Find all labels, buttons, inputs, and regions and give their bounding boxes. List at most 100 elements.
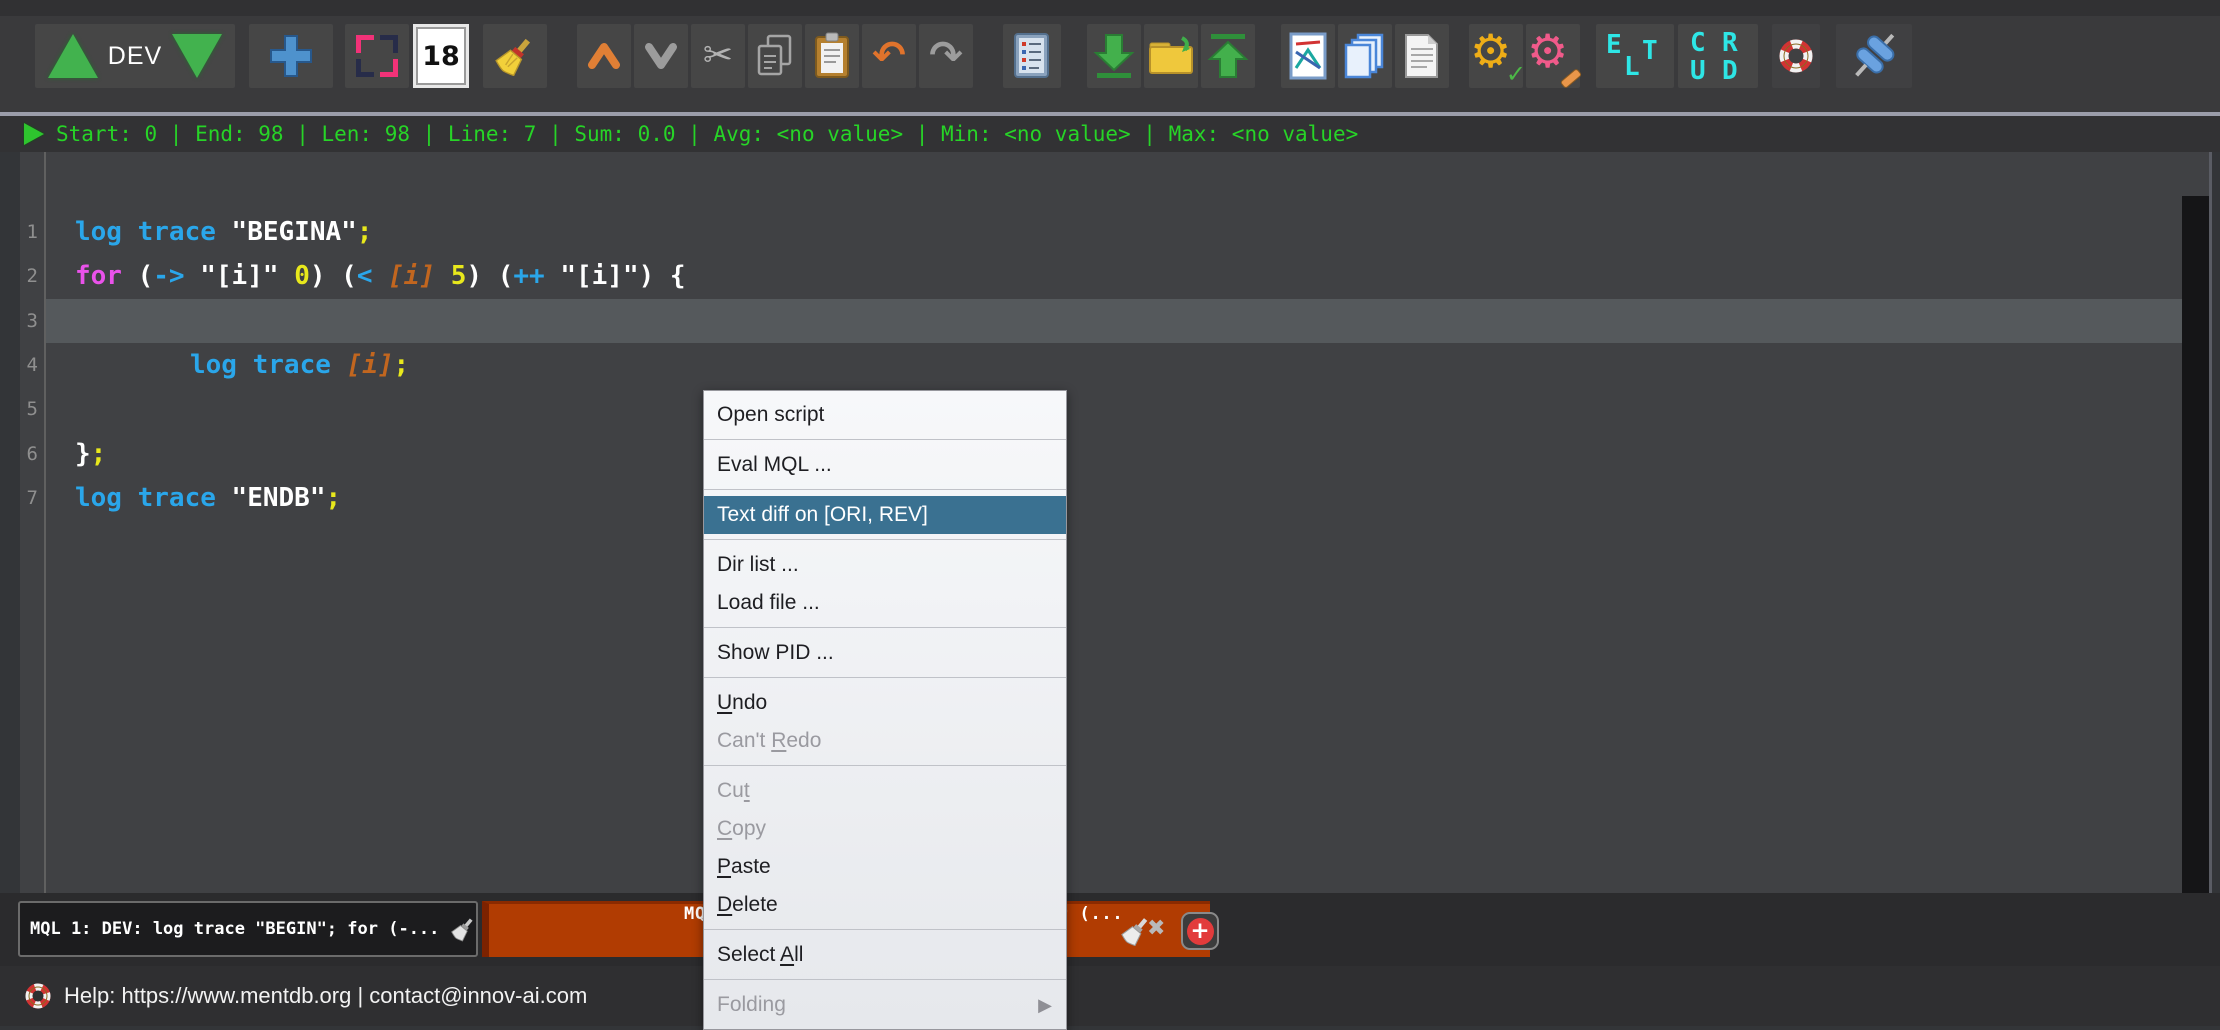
font-size-control[interactable]: 18: [411, 24, 471, 88]
env-selector[interactable]: DEV: [35, 24, 235, 88]
plus-icon: [270, 35, 312, 77]
editor-scrollbar[interactable]: [2182, 196, 2209, 893]
cut-button[interactable]: ✂: [691, 24, 745, 88]
gutter-divider: [44, 152, 46, 893]
paste-button[interactable]: [805, 24, 859, 88]
crud-letter-u: U: [1690, 56, 1706, 86]
font-size-value[interactable]: 18: [416, 27, 466, 85]
env-down-icon[interactable]: [172, 34, 223, 78]
code-token: "[i]": [200, 261, 279, 291]
nav-down-button[interactable]: [634, 24, 688, 88]
new-script-button[interactable]: [249, 24, 333, 88]
current-line-highlight: [46, 299, 2182, 343]
undo-button[interactable]: ↶: [862, 24, 916, 88]
open-folder-button[interactable]: [1144, 24, 1198, 88]
env-up-icon[interactable]: [47, 34, 98, 78]
code-token: 5: [450, 261, 467, 291]
clean-button[interactable]: [483, 24, 547, 88]
chart-button[interactable]: [1281, 24, 1335, 88]
settings-ok-button[interactable]: ⚙ ✓: [1469, 24, 1526, 88]
crud-letter-c: C: [1690, 28, 1706, 58]
line-number: 3: [26, 310, 38, 332]
export-button[interactable]: [1201, 24, 1255, 88]
crud-button[interactable]: C R U D: [1678, 24, 1758, 88]
arrow-down-icon: [1093, 34, 1135, 78]
menu-item-open-script[interactable]: Open script: [704, 396, 1066, 434]
help-bar: Help: https://www.mentdb.org | contact@i…: [0, 966, 2220, 1026]
menu-item-paste[interactable]: Paste: [704, 848, 1066, 886]
connector-button[interactable]: [1836, 24, 1912, 88]
code-token: [i]: [388, 261, 436, 291]
menu-item-text-diff-on-ori-rev[interactable]: Text diff on [ORI, REV]: [704, 496, 1066, 534]
document-button[interactable]: [1395, 24, 1449, 88]
undo-icon: ↶: [872, 33, 906, 79]
elt-letter-e: E: [1606, 30, 1622, 60]
code-token: ) (: [466, 261, 514, 291]
line-number: 2: [26, 265, 38, 287]
paste-icon: [815, 32, 849, 78]
menu-separator: [704, 489, 1066, 490]
menu-separator: [704, 979, 1066, 980]
close-tab-icon[interactable]: ✖: [1147, 918, 1165, 940]
menu-separator: [704, 929, 1066, 930]
status-text: Start: 0 | End: 98 | Len: 98 | Line: 7 |…: [56, 122, 1359, 146]
broom-icon: [495, 38, 531, 76]
menu-item-copy: Copy: [717, 817, 767, 840]
help-button[interactable]: [1772, 24, 1820, 88]
code-token: 0: [294, 261, 310, 291]
menu-item-eval-mql[interactable]: Eval MQL ...: [704, 446, 1066, 484]
menu-separator: [704, 677, 1066, 678]
folder-icon: [1149, 36, 1193, 74]
toolbar: DEV 18 ✂ ↶ ↷ ⚙ ✓ ⚙ E L T C R U D: [0, 0, 2220, 112]
menu-separator: [704, 439, 1066, 440]
elt-letter-t: T: [1642, 36, 1658, 66]
code-token: "[i]": [560, 261, 639, 291]
line-number: 7: [26, 487, 38, 509]
broom-icon[interactable]: [451, 914, 476, 944]
nav-up-button[interactable]: [577, 24, 631, 88]
tab-mql-1[interactable]: MQL 1: DEV: log trace "BEGIN"; for (-...: [18, 901, 478, 957]
arrow-up-icon: [1207, 34, 1249, 78]
elt-button[interactable]: E L T: [1596, 24, 1674, 88]
menu-item-load-file[interactable]: Load file ...: [704, 584, 1066, 622]
menu-item-folding: Folding ▶: [704, 986, 1066, 1024]
document-icon: [1405, 34, 1438, 78]
code-line[interactable]: log trace "BEGINA";: [75, 210, 372, 254]
menu-item-show-pid[interactable]: Show PID ...: [704, 634, 1066, 672]
code-token: [i]: [346, 350, 394, 380]
menu-item-select-all[interactable]: Select All: [704, 936, 1066, 974]
code-token: <: [356, 261, 373, 291]
plug-icon: [1855, 33, 1895, 77]
code-line[interactable]: log trace "ENDB";: [75, 476, 341, 520]
code-line[interactable]: };: [75, 432, 106, 476]
menu-separator: [704, 539, 1066, 540]
stacked-pages-icon: [1344, 33, 1384, 79]
code-token: "BEGINA": [231, 217, 357, 247]
line-number: 1: [26, 221, 38, 243]
redo-button[interactable]: ↷: [919, 24, 973, 88]
import-button[interactable]: [1087, 24, 1141, 88]
add-tab-button[interactable]: +: [1181, 912, 1219, 950]
code-line[interactable]: for (-> "[i]" 0) (< [i] 5) (++ "[i]") {: [75, 254, 686, 298]
report-button[interactable]: [1003, 24, 1061, 88]
copy-button[interactable]: [748, 24, 802, 88]
line-number: 5: [26, 398, 38, 420]
play-icon[interactable]: [24, 123, 44, 145]
tab-strip: MQL 1: DEV: log trace "BEGIN"; for (-...…: [0, 893, 2220, 966]
menu-item-undo[interactable]: Undo: [704, 684, 1066, 722]
chevron-up-icon: [588, 43, 620, 69]
code-editor[interactable]: 1 log trace "BEGINA"; 2 for (-> "[i]" 0) (<…: [20, 152, 2212, 893]
menu-item-dir-list[interactable]: Dir list ...: [704, 546, 1066, 584]
code-line[interactable]: log trace [i];: [190, 343, 409, 387]
code-token: ++: [513, 261, 545, 291]
pages-button[interactable]: [1338, 24, 1392, 88]
settings-edit-button[interactable]: ⚙: [1526, 24, 1581, 88]
select-region-button[interactable]: [345, 24, 409, 88]
code-token: ;: [90, 439, 107, 469]
code-token: "ENDB": [231, 483, 326, 513]
code-token: log trace: [75, 483, 232, 513]
menu-item-delete[interactable]: Delete: [704, 886, 1066, 924]
